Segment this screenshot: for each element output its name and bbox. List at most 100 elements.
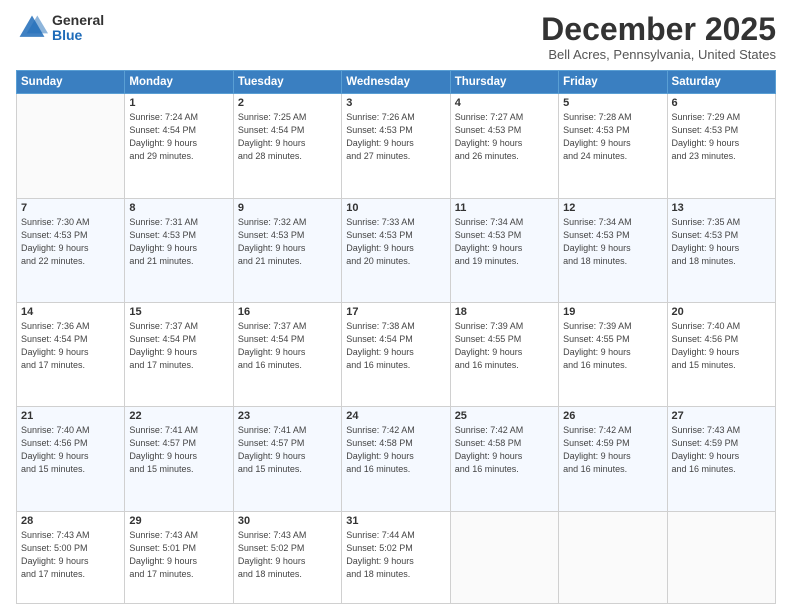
col-sunday: Sunday	[17, 71, 125, 94]
day-number: 28	[21, 515, 120, 527]
day-number: 27	[672, 410, 771, 422]
day-info: Sunrise: 7:28 AM Sunset: 4:53 PM Dayligh…	[563, 111, 662, 163]
day-info: Sunrise: 7:43 AM Sunset: 5:00 PM Dayligh…	[21, 529, 120, 581]
day-info: Sunrise: 7:32 AM Sunset: 4:53 PM Dayligh…	[238, 216, 337, 268]
day-info: Sunrise: 7:42 AM Sunset: 4:58 PM Dayligh…	[455, 424, 554, 476]
day-number: 14	[21, 306, 120, 318]
logo-text: General Blue	[52, 13, 104, 44]
day-info: Sunrise: 7:25 AM Sunset: 4:54 PM Dayligh…	[238, 111, 337, 163]
table-row	[667, 511, 775, 604]
day-number: 2	[238, 97, 337, 109]
col-monday: Monday	[125, 71, 233, 94]
table-row: 16 Sunrise: 7:37 AM Sunset: 4:54 PM Dayli…	[233, 302, 341, 406]
day-number: 22	[129, 410, 228, 422]
day-info: Sunrise: 7:38 AM Sunset: 4:54 PM Dayligh…	[346, 320, 445, 372]
day-number: 7	[21, 202, 120, 214]
day-number: 4	[455, 97, 554, 109]
table-row: 21 Sunrise: 7:40 AM Sunset: 4:56 PM Dayli…	[17, 407, 125, 511]
calendar-table: Sunday Monday Tuesday Wednesday Thursday…	[16, 70, 776, 604]
logo-general-text: General	[52, 13, 104, 28]
day-info: Sunrise: 7:39 AM Sunset: 4:55 PM Dayligh…	[563, 320, 662, 372]
table-row: 30Sunrise: 7:43 AM Sunset: 5:02 PM Dayli…	[233, 511, 341, 604]
table-row: 15Sunrise: 7:37 AM Sunset: 4:54 PM Dayli…	[125, 302, 233, 406]
calendar-header-row: Sunday Monday Tuesday Wednesday Thursday…	[17, 71, 776, 94]
day-info: Sunrise: 7:42 AM Sunset: 4:58 PM Dayligh…	[346, 424, 445, 476]
table-row	[17, 94, 125, 198]
col-wednesday: Wednesday	[342, 71, 450, 94]
day-number: 6	[672, 97, 771, 109]
day-info: Sunrise: 7:29 AM Sunset: 4:53 PM Dayligh…	[672, 111, 771, 163]
day-info: Sunrise: 7:36 AM Sunset: 4:54 PM Dayligh…	[21, 320, 120, 372]
table-row: 20Sunrise: 7:40 AM Sunset: 4:56 PM Dayli…	[667, 302, 775, 406]
day-number: 25	[455, 410, 554, 422]
day-info: Sunrise: 7:34 AM Sunset: 4:53 PM Dayligh…	[563, 216, 662, 268]
logo-blue-text: Blue	[52, 28, 104, 43]
day-info: Sunrise: 7:37 AM Sunset: 4:54 PM Dayligh…	[129, 320, 228, 372]
col-tuesday: Tuesday	[233, 71, 341, 94]
page: General Blue December 2025 Bell Acres, P…	[0, 0, 792, 612]
day-number: 31	[346, 515, 445, 527]
table-row	[559, 511, 667, 604]
table-row	[450, 511, 558, 604]
table-row: 4 Sunrise: 7:27 AM Sunset: 4:53 PM Daylig…	[450, 94, 558, 198]
day-number: 1	[129, 97, 228, 109]
table-row: 8 Sunrise: 7:31 AM Sunset: 4:53 PM Daylig…	[125, 198, 233, 302]
table-row: 27 Sunrise: 7:43 AM Sunset: 4:59 PM Dayli…	[667, 407, 775, 511]
table-row: 23Sunrise: 7:41 AM Sunset: 4:57 PM Dayli…	[233, 407, 341, 511]
table-row: 3Sunrise: 7:26 AM Sunset: 4:53 PM Daylig…	[342, 94, 450, 198]
table-row: 18 Sunrise: 7:39 AM Sunset: 4:55 PM Dayli…	[450, 302, 558, 406]
day-number: 12	[563, 202, 662, 214]
day-info: Sunrise: 7:43 AM Sunset: 4:59 PM Dayligh…	[672, 424, 771, 476]
day-info: Sunrise: 7:24 AM Sunset: 4:54 PM Dayligh…	[129, 111, 228, 163]
day-number: 5	[563, 97, 662, 109]
table-row: 1 Sunrise: 7:24 AM Sunset: 4:54 PM Daylig…	[125, 94, 233, 198]
day-info: Sunrise: 7:41 AM Sunset: 4:57 PM Dayligh…	[238, 424, 337, 476]
day-number: 26	[563, 410, 662, 422]
day-info: Sunrise: 7:27 AM Sunset: 4:53 PM Dayligh…	[455, 111, 554, 163]
table-row: 22 Sunrise: 7:41 AM Sunset: 4:57 PM Dayli…	[125, 407, 233, 511]
logo-icon	[16, 12, 48, 44]
day-info: Sunrise: 7:30 AM Sunset: 4:53 PM Dayligh…	[21, 216, 120, 268]
table-row: 25 Sunrise: 7:42 AM Sunset: 4:58 PM Dayli…	[450, 407, 558, 511]
table-row: 24 Sunrise: 7:42 AM Sunset: 4:58 PM Dayli…	[342, 407, 450, 511]
day-number: 30	[238, 515, 337, 527]
table-row: 2 Sunrise: 7:25 AM Sunset: 4:54 PM Daylig…	[233, 94, 341, 198]
day-number: 20	[672, 306, 771, 318]
day-number: 21	[21, 410, 120, 422]
day-info: Sunrise: 7:37 AM Sunset: 4:54 PM Dayligh…	[238, 320, 337, 372]
day-number: 19	[563, 306, 662, 318]
day-info: Sunrise: 7:33 AM Sunset: 4:53 PM Dayligh…	[346, 216, 445, 268]
day-info: Sunrise: 7:43 AM Sunset: 5:01 PM Dayligh…	[129, 529, 228, 581]
day-info: Sunrise: 7:41 AM Sunset: 4:57 PM Dayligh…	[129, 424, 228, 476]
table-row: 11Sunrise: 7:34 AM Sunset: 4:53 PM Dayli…	[450, 198, 558, 302]
table-row: 19 Sunrise: 7:39 AM Sunset: 4:55 PM Dayli…	[559, 302, 667, 406]
day-number: 18	[455, 306, 554, 318]
table-row: 10Sunrise: 7:33 AM Sunset: 4:53 PM Dayli…	[342, 198, 450, 302]
table-row: 7 Sunrise: 7:30 AM Sunset: 4:53 PM Daylig…	[17, 198, 125, 302]
header: General Blue December 2025 Bell Acres, P…	[16, 12, 776, 62]
table-row: 13Sunrise: 7:35 AM Sunset: 4:53 PM Dayli…	[667, 198, 775, 302]
table-row: 9Sunrise: 7:32 AM Sunset: 4:53 PM Daylig…	[233, 198, 341, 302]
day-number: 17	[346, 306, 445, 318]
table-row: 14 Sunrise: 7:36 AM Sunset: 4:54 PM Dayli…	[17, 302, 125, 406]
table-row: 5 Sunrise: 7:28 AM Sunset: 4:53 PM Daylig…	[559, 94, 667, 198]
table-row: 6 Sunrise: 7:29 AM Sunset: 4:53 PM Daylig…	[667, 94, 775, 198]
day-number: 8	[129, 202, 228, 214]
table-row: 26Sunrise: 7:42 AM Sunset: 4:59 PM Dayli…	[559, 407, 667, 511]
day-number: 11	[455, 202, 554, 214]
table-row: 17 Sunrise: 7:38 AM Sunset: 4:54 PM Dayli…	[342, 302, 450, 406]
logo: General Blue	[16, 12, 104, 44]
day-number: 24	[346, 410, 445, 422]
day-info: Sunrise: 7:35 AM Sunset: 4:53 PM Dayligh…	[672, 216, 771, 268]
table-row: 31 Sunrise: 7:44 AM Sunset: 5:02 PM Dayli…	[342, 511, 450, 604]
col-saturday: Saturday	[667, 71, 775, 94]
day-number: 29	[129, 515, 228, 527]
day-info: Sunrise: 7:31 AM Sunset: 4:53 PM Dayligh…	[129, 216, 228, 268]
col-thursday: Thursday	[450, 71, 558, 94]
day-number: 16	[238, 306, 337, 318]
day-info: Sunrise: 7:39 AM Sunset: 4:55 PM Dayligh…	[455, 320, 554, 372]
day-info: Sunrise: 7:26 AM Sunset: 4:53 PM Dayligh…	[346, 111, 445, 163]
table-row: 12 Sunrise: 7:34 AM Sunset: 4:53 PM Dayli…	[559, 198, 667, 302]
day-info: Sunrise: 7:44 AM Sunset: 5:02 PM Dayligh…	[346, 529, 445, 581]
day-info: Sunrise: 7:40 AM Sunset: 4:56 PM Dayligh…	[21, 424, 120, 476]
